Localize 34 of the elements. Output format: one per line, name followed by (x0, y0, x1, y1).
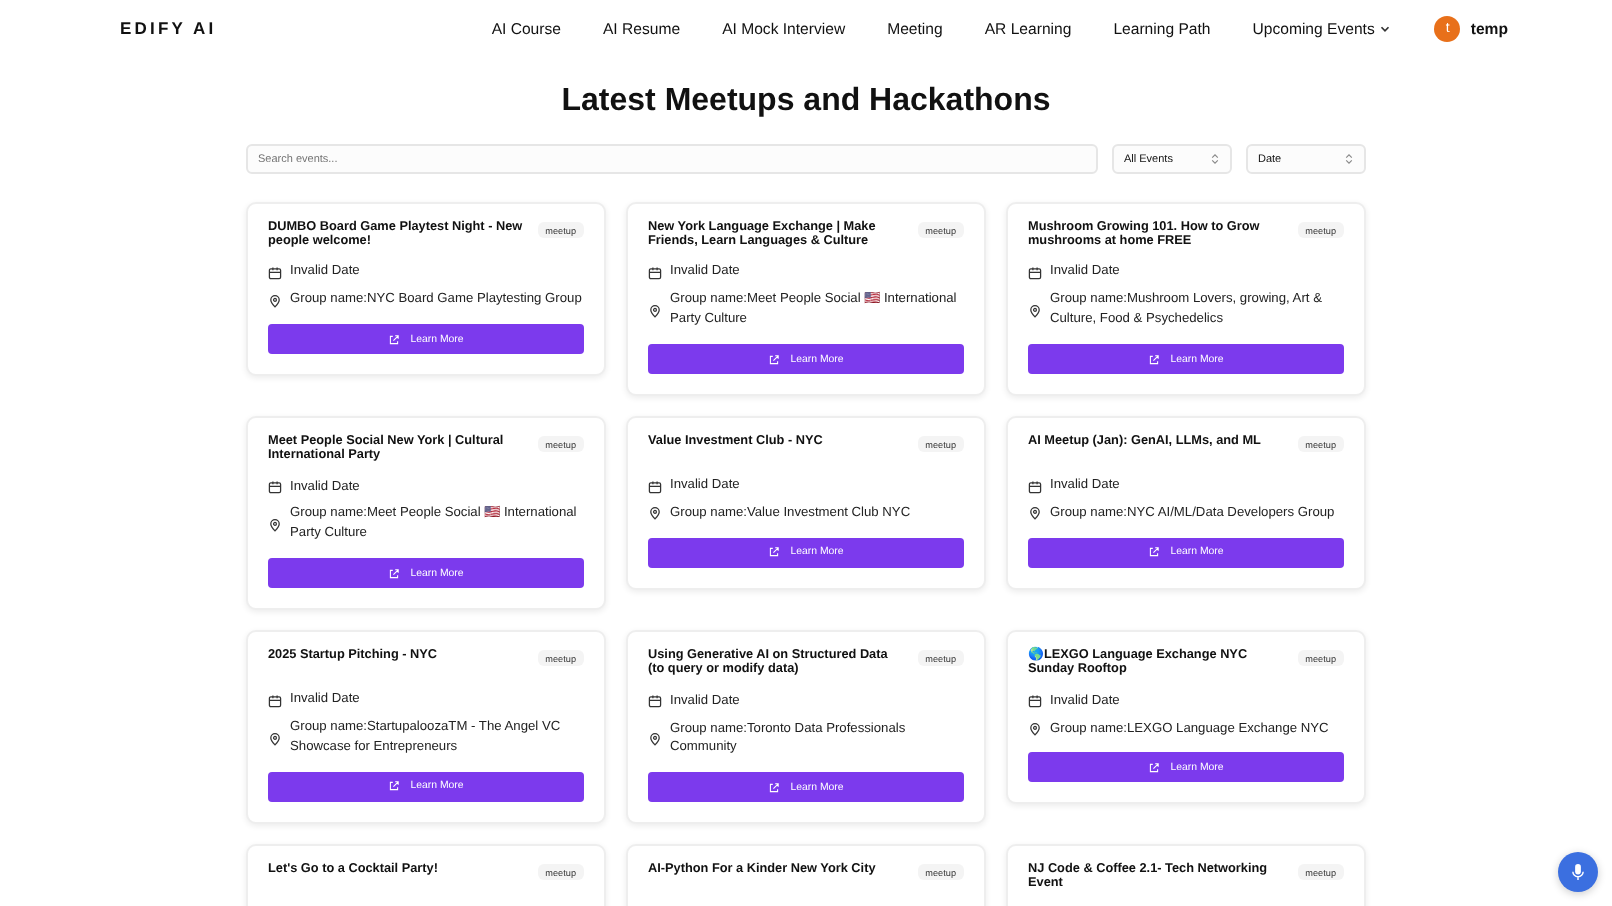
calendar-icon (1028, 479, 1042, 494)
logo[interactable]: EDIFY AI (120, 18, 217, 38)
external-link-icon (1148, 546, 1161, 559)
sort-arrows-icon (1344, 152, 1354, 166)
calendar-icon (268, 265, 282, 280)
external-link-icon (768, 546, 781, 559)
location-pin-icon (1028, 303, 1042, 318)
external-link-icon (1148, 761, 1161, 774)
calendar-icon (648, 479, 662, 494)
location-pin-icon (648, 731, 662, 746)
microphone-icon (1570, 862, 1586, 882)
location-pin-icon (268, 731, 282, 745)
calendar-icon (268, 479, 282, 494)
location-pin-icon (1028, 721, 1042, 736)
location-pin-icon (648, 303, 662, 318)
chevron-down-icon (1378, 21, 1393, 35)
external-link-icon (388, 567, 401, 580)
calendar-icon (268, 693, 282, 708)
location-pin-icon (268, 517, 282, 532)
microphone-button[interactable] (1558, 852, 1598, 892)
sort-arrows-icon (1210, 152, 1220, 166)
external-link-icon (768, 781, 781, 794)
external-link-icon (388, 780, 401, 793)
calendar-icon (648, 694, 662, 709)
external-link-icon (1148, 353, 1161, 366)
calendar-icon (1028, 694, 1042, 709)
calendar-icon (648, 265, 662, 280)
location-pin-icon (268, 293, 282, 308)
location-pin-icon (648, 506, 662, 521)
calendar-icon (1028, 265, 1042, 280)
location-pin-icon (1028, 506, 1042, 521)
external-link-icon (388, 333, 401, 346)
external-link-icon (768, 353, 781, 366)
page-title: Latest Meetups and Hackathons (559, 84, 1053, 120)
